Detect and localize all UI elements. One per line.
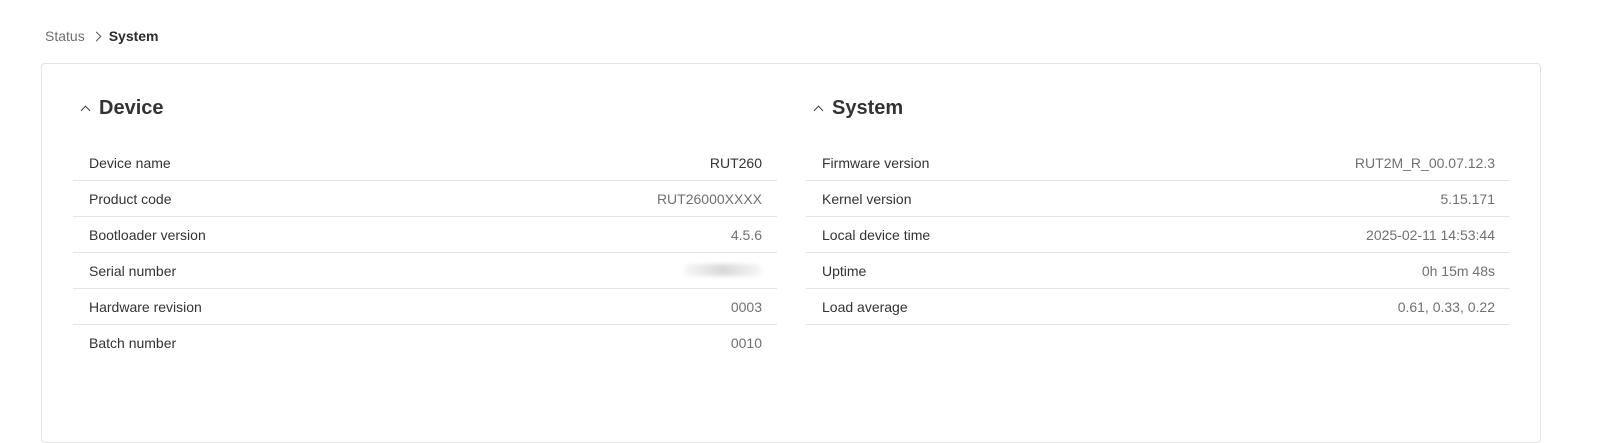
chevron-right-icon — [91, 31, 102, 41]
chevron-up-icon — [80, 105, 91, 116]
system-section-toggle[interactable]: System — [812, 95, 903, 121]
row-value: 0010 — [730, 335, 762, 351]
system-info-table: Firmware version RUT2M_R_00.07.12.3 Kern… — [806, 145, 1510, 325]
row-value: 5.15.171 — [1440, 190, 1496, 207]
device-row-serial-number: Serial number — [73, 253, 777, 289]
status-card: Device Device name RUT260 Product code R… — [41, 63, 1541, 443]
row-label: Firmware version — [822, 154, 930, 171]
system-row-uptime: Uptime 0h 15m 48s — [806, 253, 1510, 289]
breadcrumb: Status System — [45, 26, 159, 46]
row-value: RUT260 — [709, 154, 762, 171]
device-row-batch-number: Batch number 0010 — [73, 325, 777, 361]
device-row-hardware-revision: Hardware revision 0003 — [73, 289, 777, 325]
row-value: 4.5.6 — [730, 226, 762, 243]
row-value: RUT2M_R_00.07.12.3 — [1354, 154, 1495, 171]
system-section-title: System — [832, 96, 904, 119]
row-label: Device name — [89, 154, 171, 171]
device-row-device-name: Device name RUT260 — [73, 145, 777, 181]
system-row-kernel-version: Kernel version 5.15.171 — [806, 181, 1510, 217]
serial-number-redacted — [684, 263, 762, 279]
chevron-up-icon — [813, 105, 824, 116]
row-label: Uptime — [822, 262, 867, 279]
row-label: Local device time — [822, 226, 931, 243]
system-row-firmware-version: Firmware version RUT2M_R_00.07.12.3 — [806, 145, 1510, 181]
row-label: Kernel version — [822, 190, 912, 207]
row-value: 0h 15m 48s — [1421, 262, 1495, 279]
row-label: Load average — [822, 298, 908, 315]
device-section-title: Device — [99, 96, 164, 119]
device-row-bootloader-version: Bootloader version 4.5.6 — [73, 217, 777, 253]
device-section-toggle[interactable]: Device — [79, 95, 164, 121]
system-row-load-average: Load average 0.61, 0.33, 0.22 — [806, 289, 1510, 325]
row-value: 0003 — [730, 298, 762, 315]
row-label: Product code — [89, 190, 172, 207]
system-row-local-device-time: Local device time 2025-02-11 14:53:44 — [806, 217, 1510, 253]
row-value: 2025-02-11 14:53:44 — [1366, 226, 1495, 243]
breadcrumb-status-link[interactable]: Status — [45, 28, 85, 44]
row-label: Hardware revision — [89, 298, 202, 315]
row-label: Serial number — [89, 262, 177, 279]
row-label: Batch number — [89, 335, 177, 351]
breadcrumb-current: System — [108, 28, 159, 44]
row-label: Bootloader version — [89, 226, 206, 243]
blurred-value — [684, 263, 762, 276]
device-info-table: Device name RUT260 Product code RUT26000… — [73, 145, 777, 361]
row-value: 0.61, 0.33, 0.22 — [1397, 298, 1495, 315]
row-value: RUT26000XXXX — [656, 190, 762, 207]
device-row-product-code: Product code RUT26000XXXX — [73, 181, 777, 217]
